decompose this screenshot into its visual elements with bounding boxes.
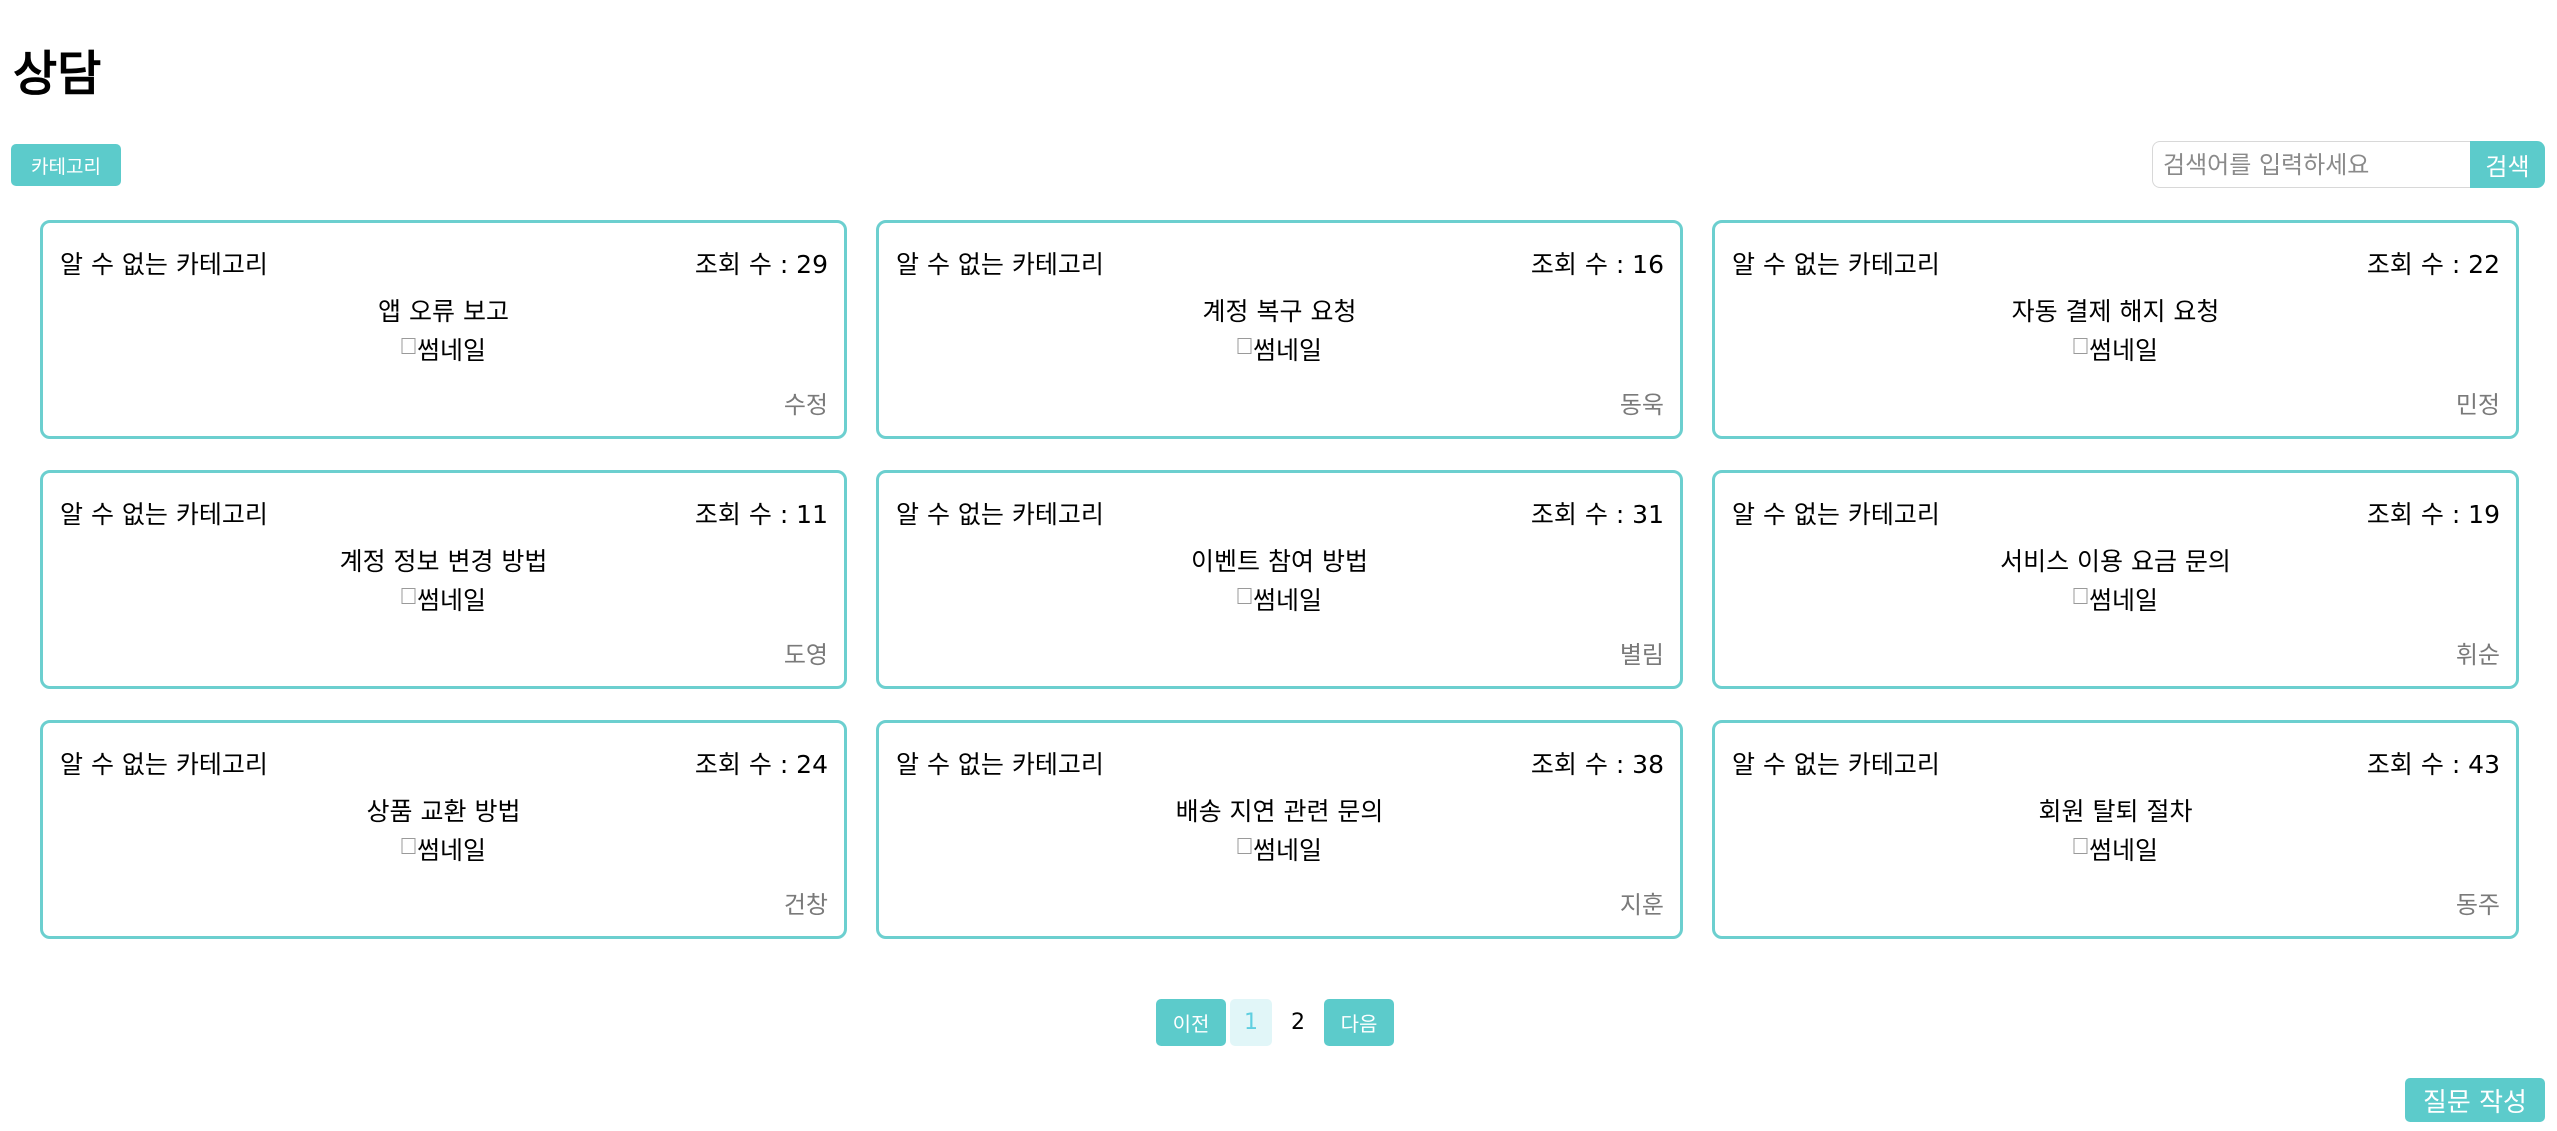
broken-image-icon (1236, 838, 1251, 854)
broken-image-icon (2072, 588, 2087, 604)
card-thumbnail: 썸네일 (400, 581, 487, 617)
broken-image-icon (1236, 588, 1251, 604)
card-category: 알 수 없는 카테고리 (896, 500, 1104, 529)
card-title: 계정 복구 요청 (1202, 297, 1357, 326)
post-card[interactable]: 알 수 없는 카테고리 조회 수 : 24 상품 교환 방법 썸네일 건창 (40, 720, 847, 939)
post-card[interactable]: 알 수 없는 카테고리 조회 수 : 22 자동 결제 해지 요청 썸네일 민정 (1712, 220, 2519, 439)
card-thumbnail: 썸네일 (400, 831, 487, 867)
post-card[interactable]: 알 수 없는 카테고리 조회 수 : 31 이벤트 참여 방법 썸네일 별림 (876, 470, 1683, 689)
card-thumbnail: 썸네일 (1236, 581, 1323, 617)
broken-image-icon (400, 838, 415, 854)
page-number-current[interactable]: 1 (1230, 999, 1272, 1046)
page-number[interactable]: 2 (1272, 999, 1324, 1046)
card-category: 알 수 없는 카테고리 (60, 750, 268, 779)
card-author: 동욱 (1619, 391, 1664, 419)
card-title: 자동 결제 해지 요청 (2011, 297, 2220, 326)
page-title: 상담 (13, 46, 102, 102)
thumbnail-alt-text: 썸네일 (416, 586, 487, 615)
card-view-count: 조회 수 : 22 (2366, 250, 2500, 279)
card-thumbnail: 썸네일 (400, 331, 487, 367)
card-author: 민정 (2455, 391, 2500, 419)
card-category: 알 수 없는 카테고리 (896, 750, 1104, 779)
card-view-count: 조회 수 : 24 (694, 750, 828, 779)
search-bar: 검색 (2152, 141, 2545, 188)
card-thumbnail: 썸네일 (1236, 331, 1323, 367)
post-card-grid: 알 수 없는 카테고리 조회 수 : 29 앱 오류 보고 썸네일 수정 알 수… (40, 220, 2519, 939)
thumbnail-alt-text: 썸네일 (2088, 836, 2159, 865)
card-title: 계정 정보 변경 방법 (339, 547, 548, 576)
post-card[interactable]: 알 수 없는 카테고리 조회 수 : 29 앱 오류 보고 썸네일 수정 (40, 220, 847, 439)
write-question-button[interactable]: 질문 작성 (2405, 1078, 2545, 1122)
card-title: 배송 지연 관련 문의 (1175, 797, 1384, 826)
card-category: 알 수 없는 카테고리 (60, 250, 268, 279)
card-author: 지훈 (1619, 891, 1664, 919)
card-title: 서비스 이용 요금 문의 (2000, 547, 2231, 576)
next-page-button[interactable]: 다음 (1324, 999, 1394, 1046)
page: 상담 카테고리 검색 알 수 없는 카테고리 조회 수 : 29 앱 오류 보고… (0, 0, 2557, 1131)
post-card[interactable]: 알 수 없는 카테고리 조회 수 : 16 계정 복구 요청 썸네일 동욱 (876, 220, 1683, 439)
card-category: 알 수 없는 카테고리 (1732, 750, 1940, 779)
card-author: 휘순 (2455, 641, 2500, 669)
card-thumbnail: 썸네일 (2072, 331, 2159, 367)
card-view-count: 조회 수 : 29 (694, 250, 828, 279)
search-button[interactable]: 검색 (2470, 141, 2545, 188)
card-category: 알 수 없는 카테고리 (896, 250, 1104, 279)
card-category: 알 수 없는 카테고리 (1732, 500, 1940, 529)
card-title: 상품 교환 방법 (366, 797, 521, 826)
thumbnail-alt-text: 썸네일 (2088, 336, 2159, 365)
broken-image-icon (2072, 338, 2087, 354)
category-button[interactable]: 카테고리 (11, 144, 121, 186)
thumbnail-alt-text: 썸네일 (416, 336, 487, 365)
broken-image-icon (2072, 838, 2087, 854)
broken-image-icon (1236, 338, 1251, 354)
card-view-count: 조회 수 : 16 (1530, 250, 1664, 279)
broken-image-icon (400, 338, 415, 354)
card-category: 알 수 없는 카테고리 (60, 500, 268, 529)
card-title: 이벤트 참여 방법 (1191, 547, 1368, 576)
card-title: 앱 오류 보고 (378, 297, 509, 326)
thumbnail-alt-text: 썸네일 (1252, 586, 1323, 615)
card-author: 도영 (783, 641, 828, 669)
card-view-count: 조회 수 : 19 (2366, 500, 2500, 529)
card-title: 회원 탈퇴 절차 (2038, 797, 2193, 826)
card-author: 수정 (783, 391, 828, 419)
card-author: 동주 (2455, 891, 2500, 919)
search-input[interactable] (2152, 141, 2470, 188)
card-view-count: 조회 수 : 43 (2366, 750, 2500, 779)
pagination: 이전 1 2 다음 (1156, 999, 1394, 1046)
thumbnail-alt-text: 썸네일 (1252, 336, 1323, 365)
post-card[interactable]: 알 수 없는 카테고리 조회 수 : 19 서비스 이용 요금 문의 썸네일 휘… (1712, 470, 2519, 689)
thumbnail-alt-text: 썸네일 (416, 836, 487, 865)
thumbnail-alt-text: 썸네일 (2088, 586, 2159, 615)
card-view-count: 조회 수 : 31 (1530, 500, 1664, 529)
card-category: 알 수 없는 카테고리 (1732, 250, 1940, 279)
post-card[interactable]: 알 수 없는 카테고리 조회 수 : 43 회원 탈퇴 절차 썸네일 동주 (1712, 720, 2519, 939)
card-thumbnail: 썸네일 (1236, 831, 1323, 867)
card-view-count: 조회 수 : 38 (1530, 750, 1664, 779)
thumbnail-alt-text: 썸네일 (1252, 836, 1323, 865)
card-author: 건창 (783, 891, 828, 919)
card-author: 별림 (1619, 641, 1664, 669)
card-view-count: 조회 수 : 11 (694, 500, 828, 529)
card-thumbnail: 썸네일 (2072, 581, 2159, 617)
post-card[interactable]: 알 수 없는 카테고리 조회 수 : 11 계정 정보 변경 방법 썸네일 도영 (40, 470, 847, 689)
broken-image-icon (400, 588, 415, 604)
post-card[interactable]: 알 수 없는 카테고리 조회 수 : 38 배송 지연 관련 문의 썸네일 지훈 (876, 720, 1683, 939)
prev-page-button[interactable]: 이전 (1156, 999, 1226, 1046)
card-thumbnail: 썸네일 (2072, 831, 2159, 867)
